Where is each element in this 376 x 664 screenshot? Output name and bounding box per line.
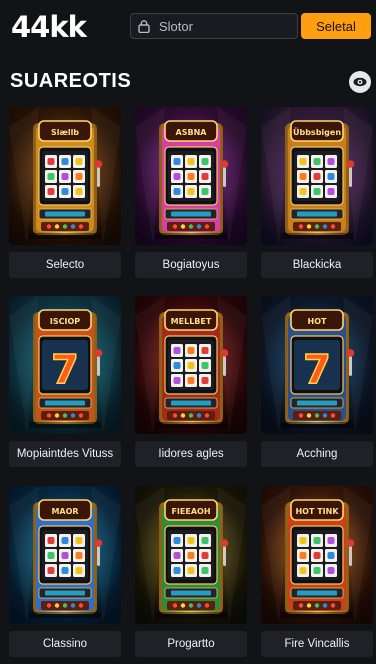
game-title[interactable]: Blackicka bbox=[261, 252, 373, 278]
svg-text:ASBNA: ASBNA bbox=[176, 128, 208, 137]
slot-machine-thumbnail[interactable]: ISCIOP 7 bbox=[9, 296, 121, 434]
slot-machine-thumbnail[interactable]: ASBNA bbox=[135, 107, 247, 245]
svg-text:ISCIOP: ISCIOP bbox=[50, 317, 80, 326]
game-title[interactable]: Progartto bbox=[135, 631, 247, 657]
svg-text:7: 7 bbox=[51, 347, 79, 393]
game-card[interactable]: FIEEAOH Progartto bbox=[135, 486, 247, 657]
svg-text:HOT TINK: HOT TINK bbox=[295, 507, 339, 516]
top-bar: 44kk Seletal bbox=[0, 0, 376, 52]
game-card[interactable]: ISCIOP 7 Mopiaintdes Vituss bbox=[9, 296, 121, 467]
search-box[interactable] bbox=[130, 13, 298, 39]
svg-text:7: 7 bbox=[303, 347, 331, 393]
site-logo[interactable]: 44kk bbox=[11, 10, 87, 44]
slot-machine-thumbnail[interactable]: HOT 7 bbox=[261, 296, 373, 434]
game-card[interactable]: HOT TINK Fire Vincallis bbox=[261, 486, 373, 657]
lock-icon bbox=[137, 19, 151, 33]
svg-text:FIEEAOH: FIEEAOH bbox=[171, 507, 210, 516]
svg-text:MELLBET: MELLBET bbox=[171, 317, 212, 326]
slot-machine-thumbnail[interactable]: Slællb bbox=[9, 107, 121, 245]
game-title[interactable]: Selecto bbox=[9, 252, 121, 278]
game-card[interactable]: MELLBET Iidores agles bbox=[135, 296, 247, 467]
game-card[interactable]: Slællb Selecto bbox=[9, 107, 121, 278]
game-title[interactable]: Bogiatoyus bbox=[135, 252, 247, 278]
slot-machine-thumbnail[interactable]: MELLBET bbox=[135, 296, 247, 434]
game-card[interactable]: HOT 7 Acching bbox=[261, 296, 373, 467]
game-card[interactable]: MAOR Classino bbox=[9, 486, 121, 657]
game-title[interactable]: Mopiaintdes Vituss bbox=[9, 441, 121, 467]
game-title[interactable]: Acching bbox=[261, 441, 373, 467]
signup-button[interactable]: Seletal bbox=[301, 13, 371, 39]
eye-icon bbox=[353, 77, 367, 87]
game-title[interactable]: Classino bbox=[9, 631, 121, 657]
slot-machine-thumbnail[interactable]: MAOR bbox=[9, 486, 121, 624]
slot-machine-thumbnail[interactable]: FIEEAOH bbox=[135, 486, 247, 624]
game-title[interactable]: Iidores agles bbox=[135, 441, 247, 467]
slot-machine-thumbnail[interactable]: Übbsbigen bbox=[261, 107, 373, 245]
search-input[interactable] bbox=[159, 18, 289, 34]
svg-text:HOT: HOT bbox=[308, 317, 327, 326]
svg-text:Übbsbigen: Übbsbigen bbox=[293, 127, 341, 137]
slot-machine-thumbnail[interactable]: HOT TINK bbox=[261, 486, 373, 624]
svg-text:MAOR: MAOR bbox=[51, 507, 78, 516]
game-title[interactable]: Fire Vincallis bbox=[261, 631, 373, 657]
svg-text:Slællb: Slællb bbox=[51, 128, 79, 137]
section-more-button[interactable] bbox=[349, 71, 371, 93]
section-title: SUAREOTIS bbox=[10, 70, 132, 92]
game-card[interactable]: ASBNA Bogiatoyus bbox=[135, 107, 247, 278]
game-card[interactable]: Übbsbigen Blackicka bbox=[261, 107, 373, 278]
